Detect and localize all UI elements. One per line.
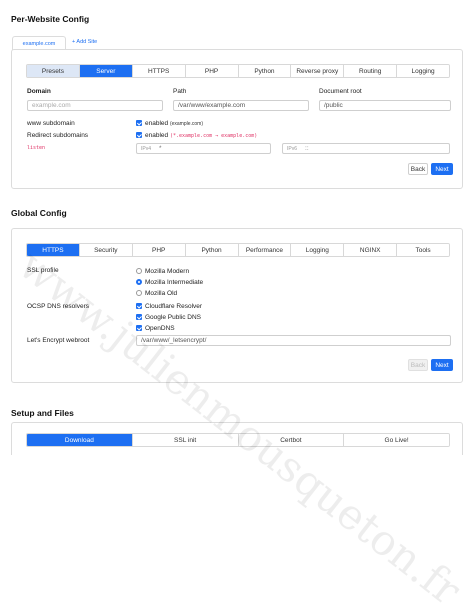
radio-mozilla-old[interactable] xyxy=(136,290,142,296)
mozilla-old-label: Mozilla Old xyxy=(145,290,178,297)
redirect-subdomains-label: Redirect subdomains xyxy=(27,132,89,139)
tab-global-https[interactable]: HTTPS xyxy=(27,244,80,256)
letsencrypt-webroot-label: Let's Encrypt webroot xyxy=(27,337,90,344)
tab-global-nginx[interactable]: NGINX xyxy=(344,244,398,256)
site-tab-example-com[interactable]: example.com xyxy=(12,36,66,50)
www-subdomain-checkbox[interactable] xyxy=(136,120,142,126)
per-website-panel: Presets Server HTTPS PHP Python Reverse … xyxy=(11,49,463,189)
tab-server[interactable]: Server xyxy=(79,65,133,77)
checkbox-google-dns[interactable] xyxy=(136,314,142,320)
path-label: Path xyxy=(173,88,187,95)
ipv6-prefix: IPv6 xyxy=(287,145,298,152)
cloudflare-label: Cloudflare Resolver xyxy=(145,303,203,310)
document-root-input[interactable]: /public xyxy=(319,100,451,111)
section-title-global: Global Config xyxy=(11,208,67,218)
tab-global-php[interactable]: PHP xyxy=(132,244,186,256)
path-input[interactable]: /var/www/example.com xyxy=(173,100,309,111)
tab-routing[interactable]: Routing xyxy=(344,65,398,77)
tab-ssl-init[interactable]: SSL init xyxy=(132,434,239,446)
tab-certbot[interactable]: Certbot xyxy=(238,434,345,446)
letsencrypt-webroot-input[interactable]: /var/www/_letsencrypt/ xyxy=(136,335,451,346)
global-next-button[interactable]: Next xyxy=(431,359,453,371)
ocsp-label: OCSP DNS resolvers xyxy=(27,303,90,310)
radio-mozilla-modern[interactable] xyxy=(136,268,142,274)
tab-reverse-proxy[interactable]: Reverse proxy xyxy=(291,65,345,77)
domain-label: Domain xyxy=(27,88,51,95)
mozilla-intermediate-label: Mozilla Intermediate xyxy=(145,279,204,286)
tab-presets[interactable]: Presets xyxy=(27,65,80,77)
checkbox-cloudflare[interactable] xyxy=(136,303,142,309)
site-config-tabbar: Presets Server HTTPS PHP Python Reverse … xyxy=(26,64,450,78)
ipv6-value: :: xyxy=(305,145,309,152)
global-back-button[interactable]: Back xyxy=(408,359,428,371)
section-title-per-website: Per-Website Config xyxy=(11,14,90,24)
tab-python[interactable]: Python xyxy=(238,65,292,77)
tab-logging[interactable]: Logging xyxy=(397,65,449,77)
back-button[interactable]: Back xyxy=(408,163,428,175)
listen-ipv6-input[interactable]: IPv6 :: xyxy=(282,143,450,154)
global-tabbar: HTTPS Security PHP Python Performance Lo… xyxy=(26,243,450,257)
section-title-setup: Setup and Files xyxy=(11,408,74,418)
add-site-button[interactable]: + Add Site xyxy=(72,39,97,45)
redirect-subdomains-text: enabled (*.example.com → example.com) xyxy=(145,132,257,139)
www-subdomain-text: enabled (example.com) xyxy=(145,120,203,127)
tab-global-tools[interactable]: Tools xyxy=(397,244,449,256)
opendns-label: OpenDNS xyxy=(145,325,175,332)
tab-global-performance[interactable]: Performance xyxy=(238,244,292,256)
document-root-label: Document root xyxy=(319,88,362,95)
setup-tabbar: Download SSL init Certbot Go Live! xyxy=(26,433,450,447)
tab-download[interactable]: Download xyxy=(27,434,133,446)
ipv4-prefix: IPv4 xyxy=(141,145,152,152)
tab-global-security[interactable]: Security xyxy=(79,244,133,256)
tab-https[interactable]: HTTPS xyxy=(132,65,186,77)
tab-global-logging[interactable]: Logging xyxy=(291,244,345,256)
www-subdomain-label: www subdomain xyxy=(27,120,75,127)
global-config-panel: HTTPS Security PHP Python Performance Lo… xyxy=(11,228,463,383)
ipv4-value: * xyxy=(159,145,162,152)
ssl-profile-label: SSL profile xyxy=(27,267,59,274)
tab-php[interactable]: PHP xyxy=(185,65,239,77)
tab-global-python[interactable]: Python xyxy=(185,244,239,256)
domain-input[interactable]: example.com xyxy=(27,100,163,111)
www-subdomain-enabled: enabled xyxy=(145,120,169,127)
redirect-code: (*.example.com → example.com) xyxy=(169,133,258,139)
listen-label: listen xyxy=(27,145,46,151)
google-dns-label: Google Public DNS xyxy=(145,314,201,321)
redirect-subdomains-checkbox[interactable] xyxy=(136,132,142,138)
mozilla-modern-label: Mozilla Modern xyxy=(145,268,190,275)
tab-go-live[interactable]: Go Live! xyxy=(344,434,449,446)
redirect-enabled: enabled xyxy=(145,132,169,139)
checkbox-opendns[interactable] xyxy=(136,325,142,331)
listen-ipv4-input[interactable]: IPv4 * xyxy=(136,143,271,154)
www-subdomain-hint: (example.com) xyxy=(169,121,204,127)
setup-panel: Download SSL init Certbot Go Live! xyxy=(11,422,463,455)
next-button[interactable]: Next xyxy=(431,163,453,175)
radio-mozilla-intermediate[interactable] xyxy=(136,279,142,285)
